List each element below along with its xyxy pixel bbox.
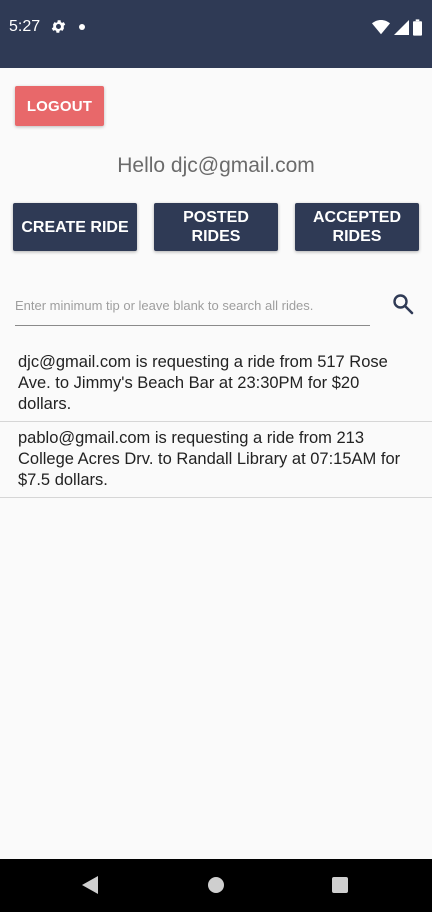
greeting-text: Hello djc@gmail.com [117,154,315,177]
create-ride-button[interactable]: CREATE RIDE [13,203,137,251]
search-input[interactable] [15,286,370,326]
accepted-rides-button[interactable]: ACCEPTED RIDES [295,203,419,251]
home-icon[interactable] [208,877,224,893]
status-bar: 5:27 [0,0,432,68]
posted-rides-button[interactable]: POSTED RIDES [154,203,278,251]
status-time: 5:27 [9,18,41,35]
system-navigation-bar [0,859,432,912]
search-button[interactable] [388,289,418,319]
signal-icon [394,19,409,35]
notification-dot-icon [79,24,85,30]
ride-list-item[interactable]: djc@gmail.com is requesting a ride from … [0,346,432,422]
recents-icon[interactable] [332,877,348,893]
search-icon [393,294,414,315]
ride-list-item[interactable]: pablo@gmail.com is requesting a ride fro… [0,422,432,498]
ride-list: djc@gmail.com is requesting a ride from … [0,346,432,498]
back-icon[interactable] [82,876,98,894]
wifi-icon [372,19,390,34]
logout-button[interactable]: LOGOUT [15,86,104,126]
gear-icon [51,20,66,33]
battery-icon [413,18,422,36]
status-icons [372,18,422,36]
